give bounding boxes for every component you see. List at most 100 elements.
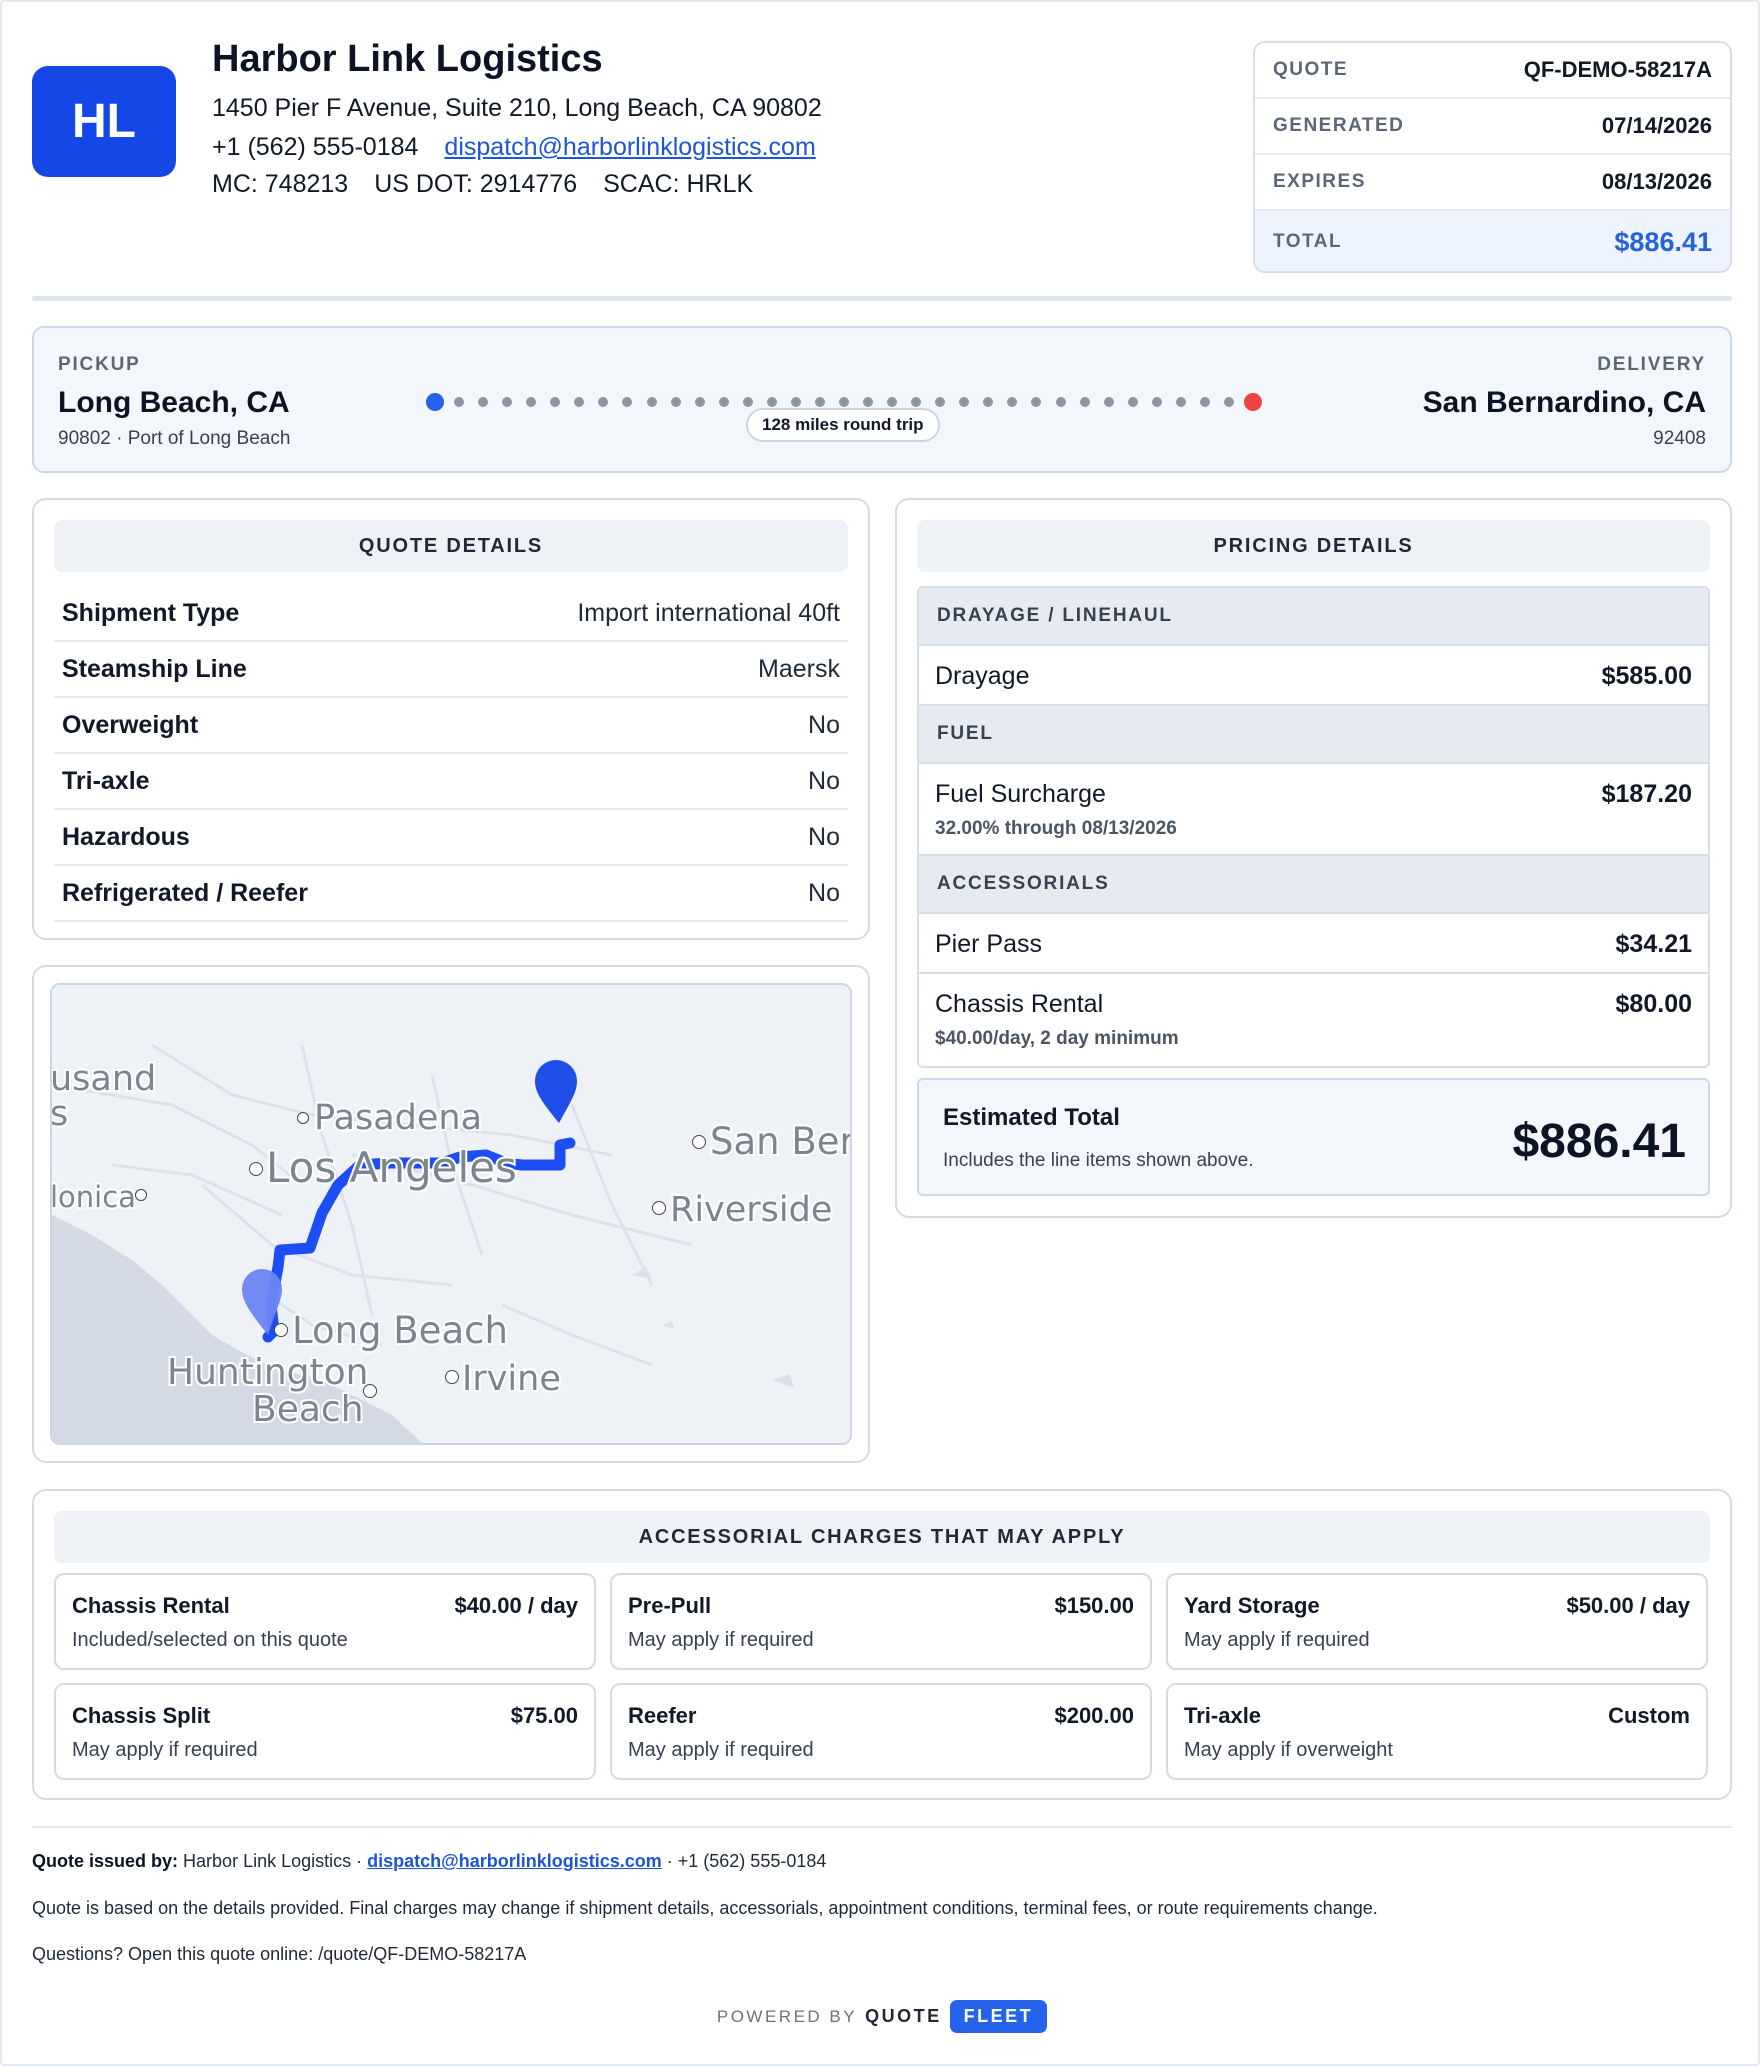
quote-details-heading: QUOTE DETAILS (54, 520, 848, 572)
detail-label: Shipment Type (62, 598, 240, 627)
powered-by-badge: POWERED BY QUOTE FLEET (2, 2000, 1760, 2033)
route-map[interactable]: Pasadena Los Angeles San Berr Riverside … (50, 983, 852, 1445)
route-map-card: Pasadena Los Angeles San Berr Riverside … (32, 965, 870, 1463)
company-logo: HL (32, 66, 176, 177)
route-dot (598, 397, 609, 407)
footer-email-link[interactable]: dispatch@harborlinklogistics.com (367, 1851, 662, 1871)
detail-value: No (808, 822, 840, 851)
route-dot (526, 397, 537, 407)
accessorial-name: Chassis Split (72, 1703, 211, 1728)
company-phone: +1 (562) 555-0184 (212, 133, 419, 161)
company-scac: SCAC: HRLK (603, 170, 754, 198)
line-item-name: Chassis Rental (935, 990, 1104, 1018)
header-divider (32, 296, 1732, 301)
accessorial-price: $150.00 (1054, 1593, 1134, 1618)
map-label-usand: usand (52, 1059, 156, 1099)
footer-issued-by: Quote issued by: Harbor Link Logistics ·… (32, 1851, 826, 1872)
quote-document: HL Harbor Link Logistics 1450 Pier F Ave… (0, 0, 1760, 2066)
route-dot (574, 397, 585, 407)
detail-row: Steamship Line Maersk (54, 642, 848, 698)
accessorial-price: $40.00 / day (454, 1593, 578, 1618)
section-drayage: DRAYAGE / LINEHAUL (919, 588, 1708, 646)
detail-row: Refrigerated / Reefer No (54, 866, 848, 922)
line-item-name: Fuel Surcharge (935, 780, 1106, 808)
delivery-label: DELIVERY (1597, 354, 1706, 375)
quote-id-label: QUOTE (1273, 59, 1349, 80)
huntington-marker (363, 1384, 377, 1398)
line-item-amount: $34.21 (1615, 930, 1692, 958)
generated-label: GENERATED (1273, 115, 1405, 136)
map-label-lonica: lonica (52, 1180, 136, 1214)
estimated-total-amount: $886.41 (1512, 1115, 1686, 1168)
company-registration: MC: 748213 US DOT: 2914776 SCAC: HRLK (212, 170, 753, 199)
route-end-dot (1244, 393, 1262, 411)
route-dot (887, 397, 898, 407)
delivery-sub: 92408 (1653, 428, 1706, 449)
powered-by-text: POWERED BY (716, 2006, 858, 2026)
detail-label: Overweight (62, 710, 199, 739)
route-dot (1007, 397, 1018, 407)
accessorial-note: May apply if overweight (1184, 1739, 1393, 1761)
total-label: TOTAL (1273, 231, 1343, 252)
accessorial-name: Reefer (628, 1703, 697, 1728)
route-dot (1199, 397, 1210, 407)
issued-by-label: Quote issued by: (32, 1851, 179, 1871)
detail-row: Tri-axle No (54, 754, 848, 810)
company-mc: MC: 748213 (212, 170, 349, 198)
generated-value: 07/14/2026 (1601, 113, 1712, 138)
route-dot (1151, 397, 1162, 407)
footer-divider (32, 1826, 1732, 1828)
quote-id-value: QF-DEMO-58217A (1523, 57, 1712, 82)
santa-monica-marker (135, 1189, 147, 1201)
route-dot (646, 397, 657, 407)
irvine-marker (445, 1370, 459, 1384)
accessorial-price: $75.00 (510, 1703, 578, 1728)
line-item-name: Pier Pass (935, 930, 1042, 958)
detail-row: Overweight No (54, 698, 848, 754)
detail-label: Refrigerated / Reefer (62, 878, 308, 907)
total-value: $886.41 (1614, 226, 1712, 257)
route-dot (694, 397, 705, 407)
map-label-irvine: Irvine (462, 1359, 561, 1399)
line-item-amount: $80.00 (1615, 990, 1692, 1018)
total-row: TOTAL $886.41 (1255, 211, 1730, 271)
line-item-note: $40.00/day, 2 day minimum (935, 1028, 1179, 1049)
map-label-los-angeles: Los Angeles (266, 1143, 517, 1192)
generated-row: GENERATED 07/14/2026 (1255, 99, 1730, 155)
pickup-sub: 90802 · Port of Long Beach (58, 428, 291, 449)
accessorial-price: Custom (1608, 1703, 1690, 1728)
route-dot (670, 397, 681, 407)
map-label-san-bern: San Berr (710, 1120, 850, 1163)
footer-disclaimer: Quote is based on the details provided. … (32, 1898, 1378, 1918)
pricing-details-card: PRICING DETAILS DRAYAGE / LINEHAUL Draya… (895, 498, 1732, 1218)
san-bern-marker (692, 1135, 706, 1149)
route-dot (478, 397, 489, 407)
map-label-riverside: Riverside (670, 1190, 832, 1230)
company-email-link[interactable]: dispatch@harborlinklogistics.com (444, 133, 815, 161)
accessorial-name: Chassis Rental (72, 1593, 230, 1618)
accessorial-charges-card: ACCESSORIAL CHARGES THAT MAY APPLY Chass… (32, 1489, 1732, 1800)
detail-value: Maersk (758, 654, 840, 683)
detail-value: No (808, 878, 840, 907)
accessorial-item: Chassis Rental $40.00 / day Included/sel… (54, 1573, 596, 1670)
route-dot (1031, 397, 1042, 407)
route-dot (550, 397, 561, 407)
detail-label: Tri-axle (62, 766, 150, 795)
company-address: 1450 Pier F Avenue, Suite 210, Long Beac… (212, 94, 822, 122)
route-dot (502, 397, 513, 407)
route-dot (766, 397, 777, 407)
route-dot (1103, 397, 1114, 407)
route-dot (1223, 397, 1234, 407)
accessorial-item: Chassis Split $75.00 May apply if requir… (54, 1683, 596, 1780)
delivery-city: San Bernardino, CA (1422, 386, 1706, 419)
map-label-huntington: Huntington (167, 1352, 368, 1393)
detail-row: Shipment Type Import international 40ft (54, 586, 848, 642)
issued-by-company: Harbor Link Logistics · (183, 1851, 363, 1871)
route-dot (959, 397, 970, 407)
line-item-note: 32.00% through 08/13/2026 (935, 818, 1177, 839)
section-fuel: FUEL (919, 706, 1708, 764)
route-dot (839, 397, 849, 407)
route-dot (1079, 397, 1090, 407)
map-label-beach: Beach (252, 1389, 364, 1430)
route-dot (983, 397, 994, 407)
